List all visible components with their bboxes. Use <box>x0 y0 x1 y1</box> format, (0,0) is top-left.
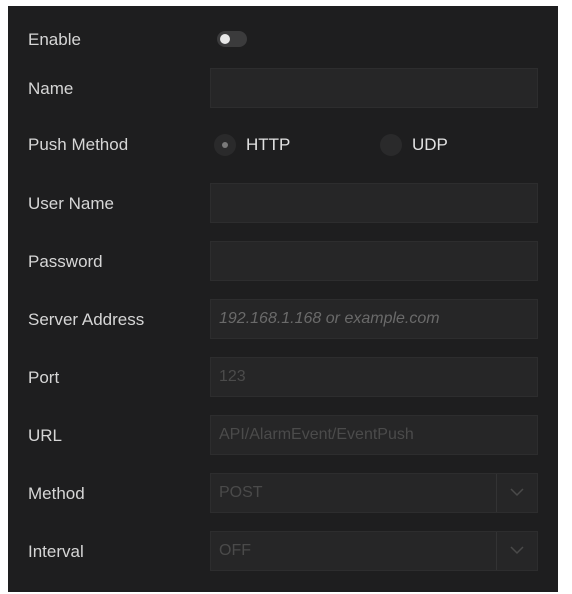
method-row: Method POST <box>8 473 558 515</box>
interval-label: Interval <box>28 542 84 561</box>
port-input[interactable] <box>211 358 537 396</box>
name-field-box <box>210 68 538 108</box>
interval-selected-value: OFF <box>219 542 251 559</box>
url-label: URL <box>28 426 63 445</box>
method-selected-value: POST <box>219 484 263 501</box>
password-row: Password <box>8 241 558 283</box>
port-field-box <box>210 357 538 397</box>
server-address-row: Server Address <box>8 299 558 341</box>
enable-row: Enable <box>8 19 558 61</box>
interval-select[interactable]: OFF <box>210 531 538 571</box>
push-method-row: Push Method HTTP UDP <box>8 124 558 166</box>
user-name-row: User Name <box>8 183 558 225</box>
port-row: Port <box>8 357 558 399</box>
name-label: Name <box>28 79 74 98</box>
name-row: Name <box>8 68 558 110</box>
method-select[interactable]: POST <box>210 473 538 513</box>
http-option-label: HTTP <box>246 135 291 154</box>
password-input[interactable] <box>211 242 537 280</box>
user-name-field-box <box>210 183 538 223</box>
interval-dropdown-button[interactable] <box>496 532 537 570</box>
server-address-field-box <box>210 299 538 339</box>
enable-toggle[interactable] <box>217 31 247 47</box>
udp-option-label: UDP <box>412 135 448 154</box>
server-address-label: Server Address <box>28 310 145 329</box>
method-label: Method <box>28 484 85 503</box>
port-label: Port <box>28 368 60 387</box>
url-row: URL <box>8 415 558 457</box>
user-name-input[interactable] <box>211 184 537 222</box>
chevron-down-icon <box>510 546 524 555</box>
chevron-down-icon <box>510 488 524 497</box>
radio-selected-icon <box>214 134 236 156</box>
url-field-box <box>210 415 538 455</box>
push-method-label: Push Method <box>28 135 129 154</box>
interval-row: Interval OFF <box>8 531 558 573</box>
toggle-knob <box>220 34 230 44</box>
name-input[interactable] <box>211 69 537 107</box>
enable-label: Enable <box>28 30 81 49</box>
http-push-settings-panel: Enable Name Push Method HTTP UDP User Na… <box>8 6 558 592</box>
server-address-input[interactable] <box>211 300 537 338</box>
radio-unselected-icon <box>380 134 402 156</box>
user-name-label: User Name <box>28 194 114 213</box>
url-input[interactable] <box>211 416 537 454</box>
password-label: Password <box>28 252 103 271</box>
password-field-box <box>210 241 538 281</box>
method-dropdown-button[interactable] <box>496 474 537 512</box>
